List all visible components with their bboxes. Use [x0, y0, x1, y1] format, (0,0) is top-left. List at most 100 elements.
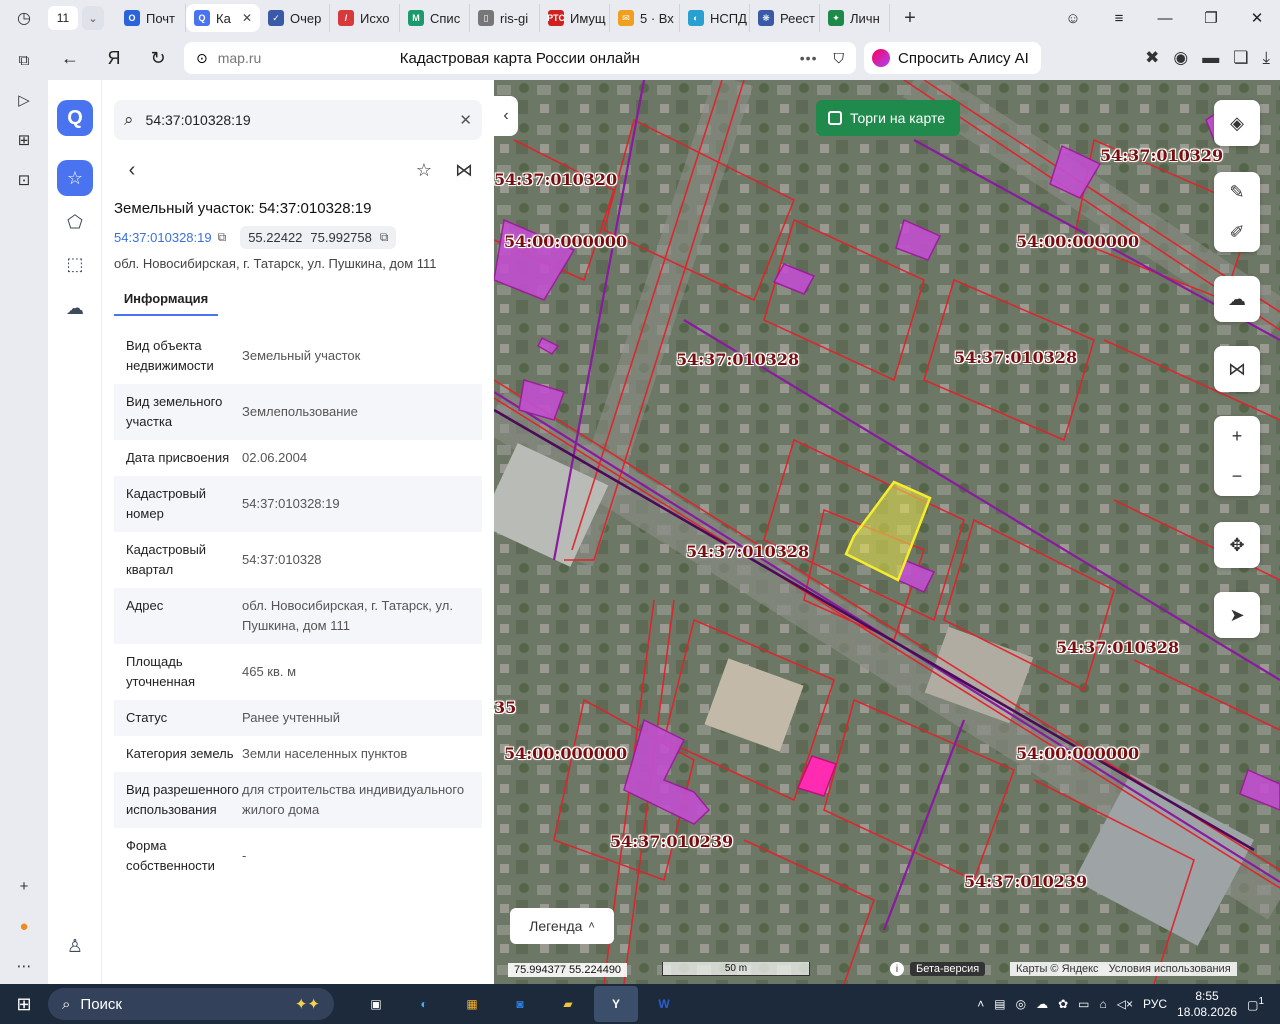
browser-tab[interactable]: ✦ Личн: [820, 4, 890, 32]
locate-button[interactable]: ➤: [1214, 592, 1260, 638]
windows-start-icon[interactable]: ⊞: [0, 994, 48, 1015]
taskbar-search[interactable]: ⌕ Поиск ✦✦: [48, 988, 334, 1020]
upload-button[interactable]: ☁: [1214, 276, 1260, 322]
notifications-icon[interactable]: ▢1: [1247, 996, 1264, 1012]
word-icon[interactable]: W: [642, 986, 686, 1022]
torgi-toggle[interactable]: Торги на карте: [816, 100, 960, 136]
edit-icon[interactable]: ✐: [1229, 222, 1244, 243]
browser-tab[interactable]: ◐ НСПД: [680, 4, 750, 32]
add-panel-icon[interactable]: +: [12, 874, 36, 898]
copyright-text: Карты © Яндекс: [1016, 963, 1099, 975]
volume-icon[interactable]: ◁×: [1117, 997, 1133, 1011]
yandex-browser-icon[interactable]: Y: [594, 986, 638, 1022]
play-icon[interactable]: ▷: [12, 88, 36, 112]
mail-app-icon[interactable]: ●: [12, 914, 36, 938]
browser-tab[interactable]: ✓ Очер: [260, 4, 330, 32]
extension-bar-icon[interactable]: ▬: [1202, 48, 1219, 68]
screenshot-icon[interactable]: ⊡: [12, 168, 36, 192]
file-explorer-icon[interactable]: ▰: [546, 986, 590, 1022]
alice-button[interactable]: Спросить Алису AI: [864, 42, 1041, 74]
cadastral-map[interactable]: 54:37:010320 54:00:000000 54:37:010329 54:0…: [494, 80, 1280, 984]
ruler-icon[interactable]: ✎: [1229, 182, 1244, 203]
search-input[interactable]: 54:37:010328:19: [146, 112, 251, 128]
share-icon[interactable]: ⋈: [446, 152, 482, 188]
terms-link[interactable]: Условия использования: [1109, 963, 1231, 975]
language-indicator[interactable]: РУС: [1143, 997, 1167, 1011]
restore-button[interactable]: ❐: [1188, 9, 1234, 27]
profile-icon[interactable]: ☺: [1050, 10, 1096, 27]
edge-icon[interactable]: ◐: [402, 986, 446, 1022]
share-map-button[interactable]: ⋈: [1214, 346, 1260, 392]
site-logo-icon[interactable]: Q: [57, 100, 93, 136]
cad-number-link[interactable]: 54:37:010328:19: [114, 230, 212, 245]
browser-tab[interactable]: РТС Имущ: [540, 4, 610, 32]
cloud-icon[interactable]: ☁: [57, 290, 93, 326]
clear-search-icon[interactable]: ✕: [459, 111, 472, 129]
site-info-icon[interactable]: ⊙: [196, 50, 208, 67]
yandex-icon[interactable]: Я: [92, 48, 136, 69]
clock[interactable]: 8:55 18.08.2026: [1177, 988, 1237, 1020]
user-icon[interactable]: ♙: [57, 928, 93, 964]
reading-list-icon[interactable]: ❏: [1233, 48, 1248, 68]
torgi-checkbox[interactable]: [828, 111, 842, 125]
site-sidebar: Q ☆ ⬠ ⬚ ☁ ♙: [48, 80, 102, 984]
windows-taskbar: ⊞ ⌕ Поиск ✦✦ ▣ ◐ ▦ ◙ ▰ Y W ˄ ▤ ◎ ☁ ✿ ▭ ⌂…: [0, 984, 1280, 1024]
outlook-icon[interactable]: ◙: [498, 986, 542, 1022]
measure-area-icon[interactable]: ⬠: [57, 204, 93, 240]
close-tab-icon[interactable]: ✕: [242, 11, 252, 25]
back-arrow-icon[interactable]: ←: [48, 48, 92, 69]
favorites-star-icon[interactable]: ☆: [57, 160, 93, 196]
menu-icon[interactable]: ≡: [1096, 10, 1142, 27]
legend-button[interactable]: Легенда ˄: [510, 908, 614, 944]
tabs-dropdown-icon[interactable]: ⌄: [82, 6, 104, 30]
extension-circle-icon[interactable]: ◉: [1173, 48, 1188, 68]
downloads-icon[interactable]: ⤓: [1262, 48, 1270, 68]
back-chevron-icon[interactable]: ‹: [114, 152, 150, 188]
browser-tab[interactable]: O Почт: [116, 4, 186, 32]
address-bar[interactable]: ⊙ map.ru Кадастровая карта России онлайн…: [184, 42, 856, 74]
layers-button[interactable]: ◈: [1214, 100, 1260, 146]
search-field[interactable]: ⌕ 54:37:010328:19 ✕: [114, 100, 482, 140]
pan-button[interactable]: ✥: [1214, 522, 1260, 568]
more-icon[interactable]: ⋯: [12, 954, 36, 978]
browser-tab[interactable]: M Спис: [400, 4, 470, 32]
browser-tab[interactable]: ▯ ris-gi: [470, 4, 540, 32]
browser-tab[interactable]: Q Ка ✕: [186, 4, 260, 32]
tray-shield-icon[interactable]: ✿: [1058, 997, 1068, 1011]
info-icon[interactable]: i: [890, 962, 904, 976]
collapse-panel-button[interactable]: ‹: [494, 96, 518, 136]
close-window-button[interactable]: ✕: [1234, 9, 1280, 27]
browser-tab[interactable]: ✉ 5 · Вх: [610, 4, 680, 32]
store-icon[interactable]: ▦: [450, 986, 494, 1022]
tray-cloud-icon[interactable]: ☁: [1036, 997, 1048, 1011]
select-area-icon[interactable]: ⬚: [57, 246, 93, 282]
new-tab-button[interactable]: +: [896, 7, 924, 30]
info-key: Кадастровый квартал: [126, 542, 207, 577]
zoom-out-icon[interactable]: −: [1232, 466, 1243, 487]
bookmark-icon[interactable]: ⛉: [834, 50, 845, 67]
tray-chevron-icon[interactable]: ˄: [977, 997, 984, 1011]
collections-icon[interactable]: ⧉: [12, 48, 36, 72]
calendar-icon[interactable]: ⊞: [12, 128, 36, 152]
coords-chip[interactable]: 55.22422 75.992758 ⧉: [240, 226, 397, 249]
tab-counter[interactable]: 11: [48, 6, 78, 30]
history-icon[interactable]: ◷: [0, 8, 48, 28]
browser-tab[interactable]: ❋ Реест: [750, 4, 820, 32]
tray-monitor-icon[interactable]: ▭: [1078, 997, 1089, 1011]
more-dots-icon[interactable]: •••: [800, 50, 818, 66]
task-view-icon[interactable]: ▣: [354, 986, 398, 1022]
minimize-button[interactable]: —: [1142, 10, 1188, 27]
extension-k-icon[interactable]: ✖: [1145, 48, 1159, 68]
tray-network-icon[interactable]: ⌂: [1100, 997, 1107, 1011]
tray-app-icon[interactable]: ▤: [994, 997, 1005, 1011]
zoom-in-icon[interactable]: +: [1232, 426, 1243, 447]
browser-tab[interactable]: / Исхо: [330, 4, 400, 32]
copy-coords-icon[interactable]: ⧉: [380, 230, 389, 245]
tray-camera-icon[interactable]: ◎: [1016, 997, 1026, 1011]
clock-time: 8:55: [1195, 989, 1219, 1003]
copy-icon[interactable]: ⧉: [218, 230, 227, 245]
favorite-star-icon[interactable]: ☆: [406, 152, 442, 188]
search-icon: ⌕: [124, 110, 134, 129]
reload-icon[interactable]: ↻: [136, 48, 180, 69]
tab-information[interactable]: Информация: [114, 282, 218, 316]
